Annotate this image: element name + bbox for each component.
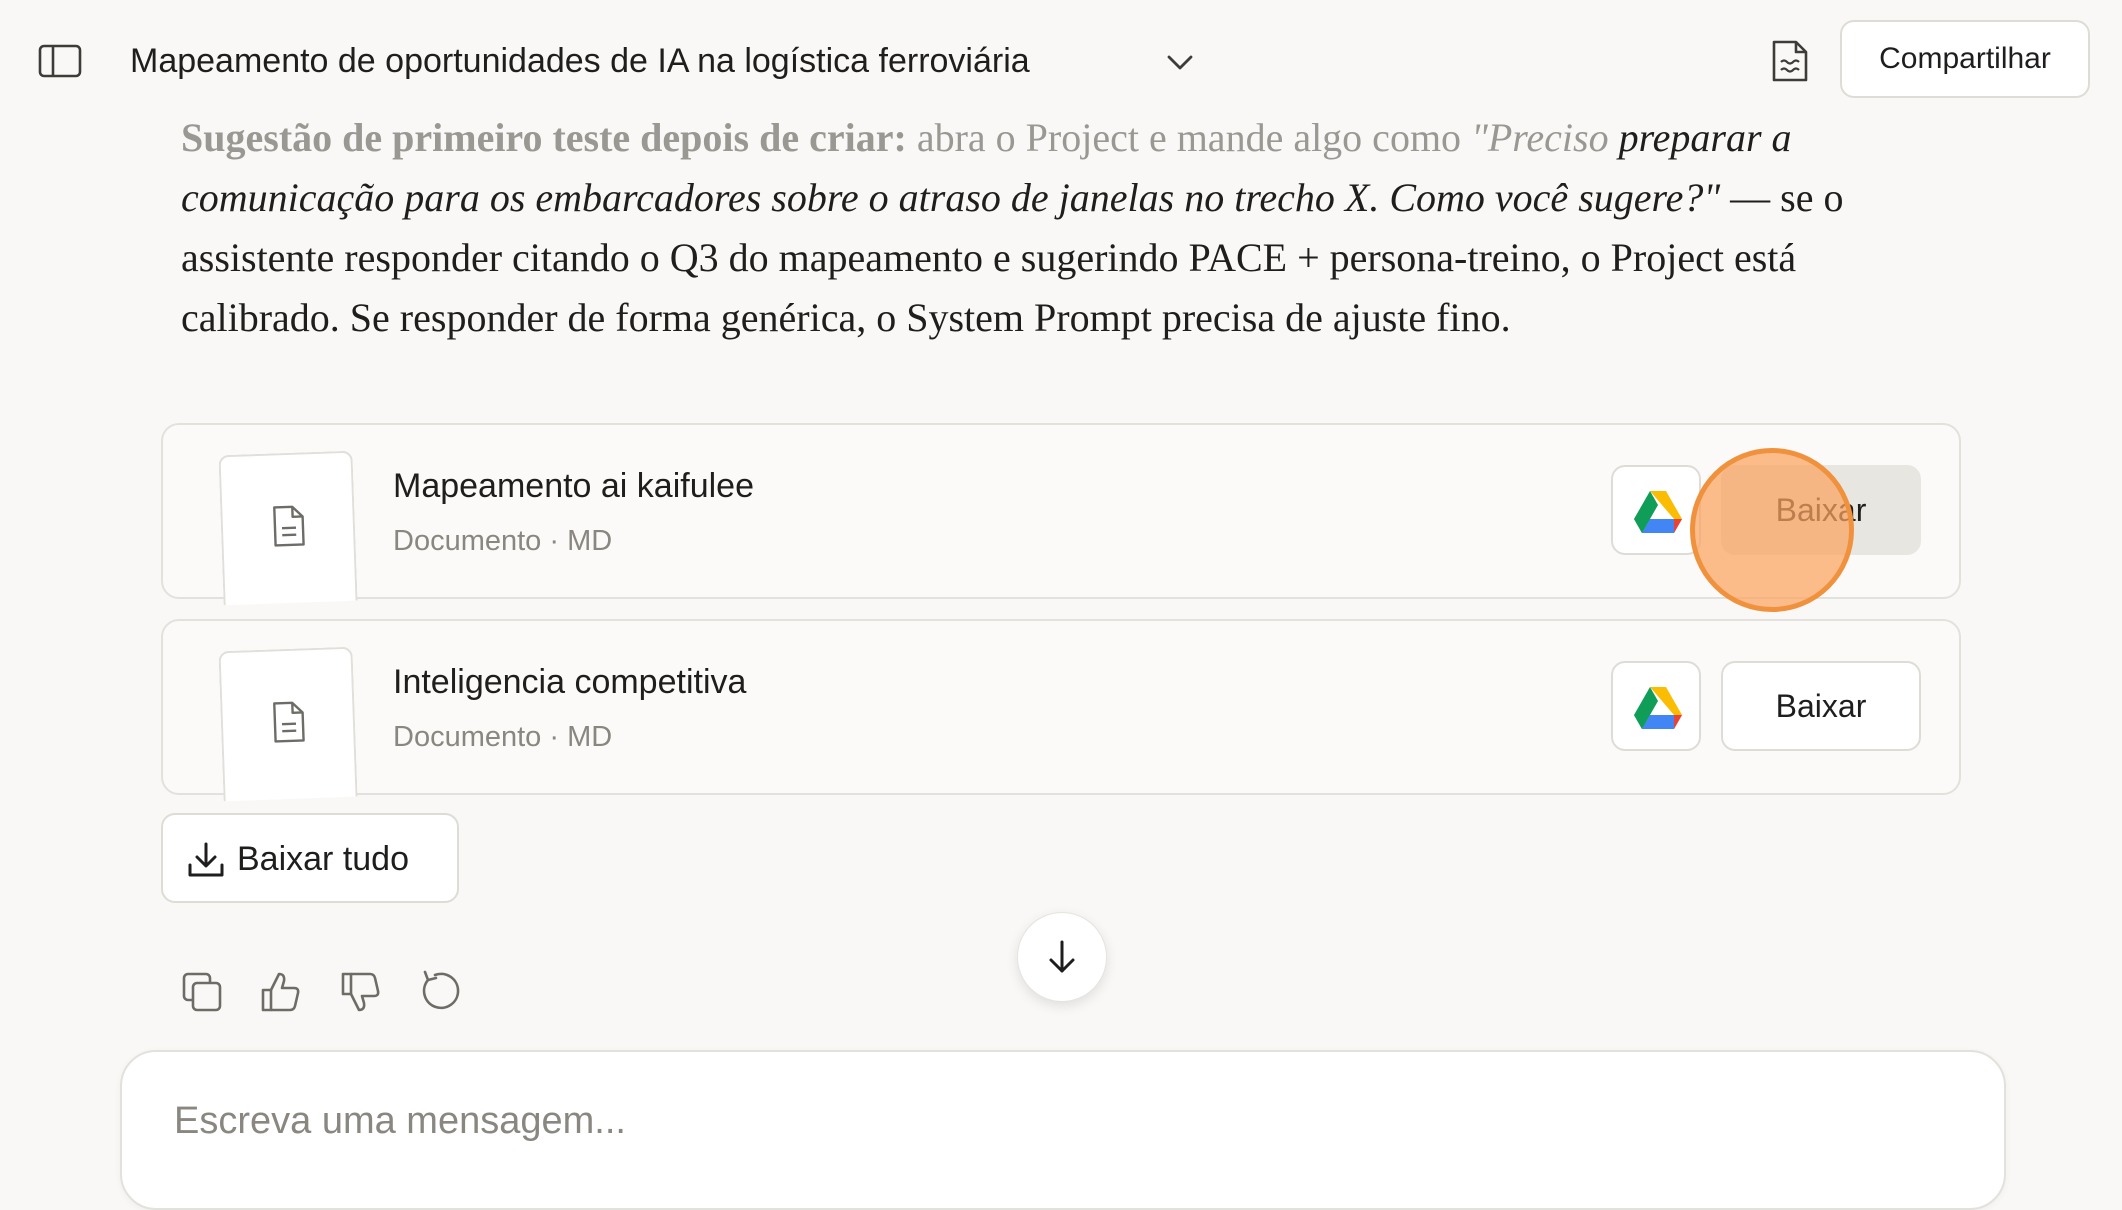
message-input[interactable] (172, 1092, 1956, 1150)
message-composer (120, 1050, 2006, 1210)
message-quote-start: "Preciso (1471, 115, 1609, 160)
save-to-drive-button[interactable] (1611, 465, 1701, 555)
file-card[interactable]: Mapeamento ai kaifulee Documento · MD Ba… (161, 423, 1961, 599)
download-icon (187, 841, 225, 879)
chevron-down-icon[interactable] (1164, 46, 1196, 78)
message-paragraph: Sugestão de primeiro teste depois de cri… (181, 108, 1901, 348)
document-icon (268, 698, 310, 745)
assistant-message: Sugestão de primeiro teste depois de cri… (181, 108, 1901, 348)
download-button[interactable]: Baixar (1721, 661, 1921, 751)
file-meta: Documento · MD (393, 717, 612, 757)
document-icon (268, 502, 310, 549)
chat-title[interactable]: Mapeamento de oportunidades de IA na log… (130, 38, 1030, 84)
file-thumbnail (218, 647, 357, 802)
sidebar-toggle-icon[interactable] (38, 44, 82, 78)
file-card[interactable]: Inteligencia competitiva Documento · MD … (161, 619, 1961, 795)
header-bar: Mapeamento de oportunidades de IA na log… (0, 0, 2122, 120)
copy-icon[interactable] (180, 970, 224, 1014)
google-drive-icon (1633, 685, 1683, 729)
download-all-label: Baixar tudo (237, 837, 409, 881)
google-drive-icon (1633, 489, 1683, 533)
download-button[interactable]: Baixar (1721, 465, 1921, 555)
retry-icon[interactable] (419, 970, 463, 1014)
file-name: Inteligencia competitiva (393, 659, 746, 705)
save-to-drive-button[interactable] (1611, 661, 1701, 751)
thumbs-down-icon[interactable] (339, 970, 383, 1014)
arrow-down-icon (1044, 939, 1080, 975)
message-lead-text: abra o Project e mande algo como (907, 115, 1471, 160)
file-meta: Documento · MD (393, 521, 612, 561)
thumbs-up-icon[interactable] (259, 970, 303, 1014)
share-button[interactable]: Compartilhar (1840, 20, 2090, 98)
download-all-button[interactable]: Baixar tudo (161, 813, 459, 903)
scroll-to-bottom-button[interactable] (1017, 912, 1107, 1002)
document-icon[interactable] (1770, 38, 1810, 84)
file-name: Mapeamento ai kaifulee (393, 463, 754, 509)
message-lead-bold: Sugestão de primeiro teste depois de cri… (181, 115, 907, 160)
file-thumbnail (218, 451, 357, 606)
